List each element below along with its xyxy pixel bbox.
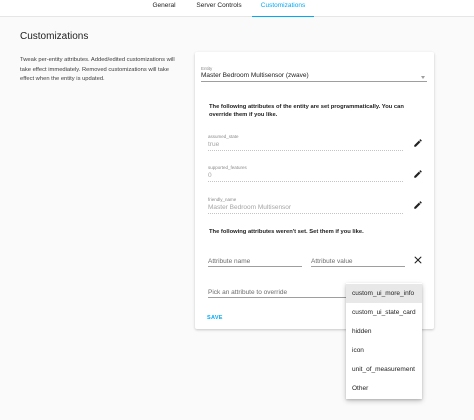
entity-label: Entity (201, 66, 213, 71)
attribute-value-underline (311, 266, 405, 267)
dropdown-item[interactable]: hidden (346, 322, 422, 341)
attribute-name-label: supported_features (208, 165, 247, 170)
tab-customizations[interactable]: Customizations (252, 2, 314, 17)
close-icon[interactable] (413, 255, 423, 265)
chevron-down-icon[interactable] (421, 76, 425, 79)
attribute-name-underline (208, 266, 302, 267)
attribute-value-input[interactable]: Attribute value (311, 258, 353, 265)
dropdown-item[interactable]: Other (346, 379, 422, 398)
attribute-underline (208, 213, 403, 214)
tab-general[interactable]: General (146, 2, 182, 17)
attribute-value: true (208, 141, 220, 148)
tab-server-controls[interactable]: Server Controls (196, 2, 242, 17)
save-button[interactable]: SAVE (207, 315, 223, 321)
edit-icon[interactable] (413, 169, 423, 179)
attribute-dropdown-menu: custom_ui_more_info custom_ui_state_card… (346, 283, 422, 399)
entity-select[interactable]: Master Bedroom Multisensor (zwave) (201, 72, 309, 79)
unset-note: The following attributes weren't set. Se… (209, 229, 364, 235)
attribute-name-label: friendly_name (208, 197, 237, 202)
intro-text: Tweak per-entity attributes. Added/edite… (20, 57, 175, 82)
attribute-underline (208, 181, 403, 182)
edit-icon[interactable] (413, 200, 423, 210)
dropdown-item[interactable]: custom_ui_more_info (346, 284, 422, 303)
attribute-value: 0 (208, 172, 212, 179)
dropdown-item[interactable]: custom_ui_state_card (346, 303, 422, 322)
edit-icon[interactable] (413, 138, 423, 148)
attribute-value: Master Bedroom Multisensor (208, 204, 292, 211)
programmatic-note: The following attributes of the entity a… (209, 104, 404, 118)
dropdown-item[interactable]: unit_of_measurement (346, 360, 422, 379)
attribute-picker[interactable]: Pick an attribute to override (208, 289, 287, 296)
attribute-underline (208, 150, 403, 151)
attribute-name-label: assumed_state (208, 134, 239, 139)
attribute-name-input[interactable]: Attribute name (208, 258, 250, 265)
attribute-picker-underline (208, 297, 351, 298)
page-title: Customizations (20, 31, 89, 42)
dropdown-item[interactable]: icon (346, 341, 422, 360)
top-tab-bar: General Server Controls Customizations (0, 0, 474, 17)
entity-select-underline (201, 81, 427, 82)
